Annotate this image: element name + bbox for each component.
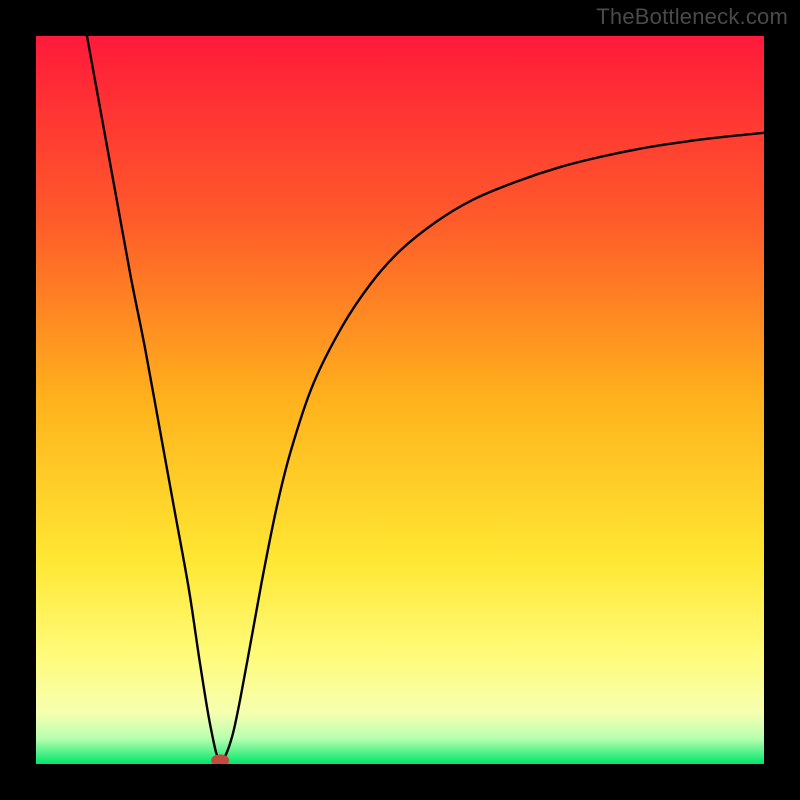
chart-outer-frame: TheBottleneck.com [0,0,800,800]
plot-area [36,36,764,764]
watermark-text: TheBottleneck.com [596,4,788,30]
bottleneck-plot-svg [36,36,764,764]
